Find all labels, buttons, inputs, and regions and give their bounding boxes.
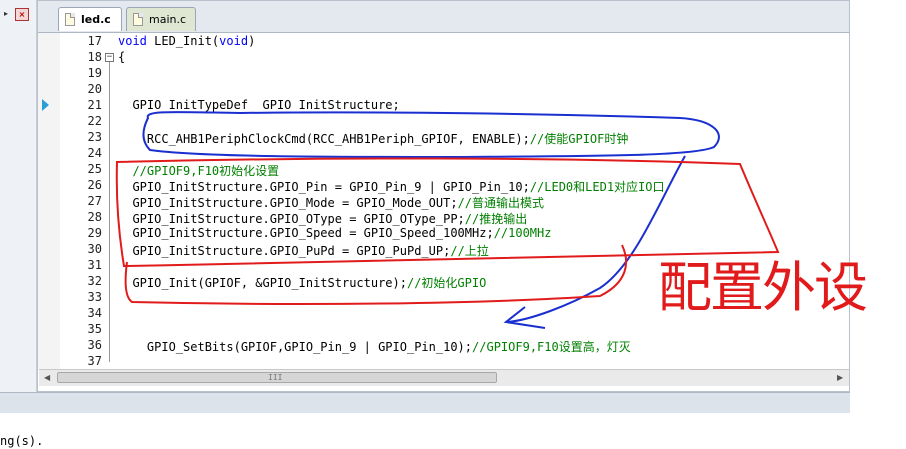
handwritten-annotations: 配置外设 <box>115 111 868 329</box>
red-loop-annotation <box>124 244 628 305</box>
blue-circle-annotation <box>142 111 720 159</box>
annotation-text: 配置外设 <box>658 256 866 319</box>
red-box-annotation <box>115 157 780 268</box>
blue-arrow-head <box>503 306 546 329</box>
